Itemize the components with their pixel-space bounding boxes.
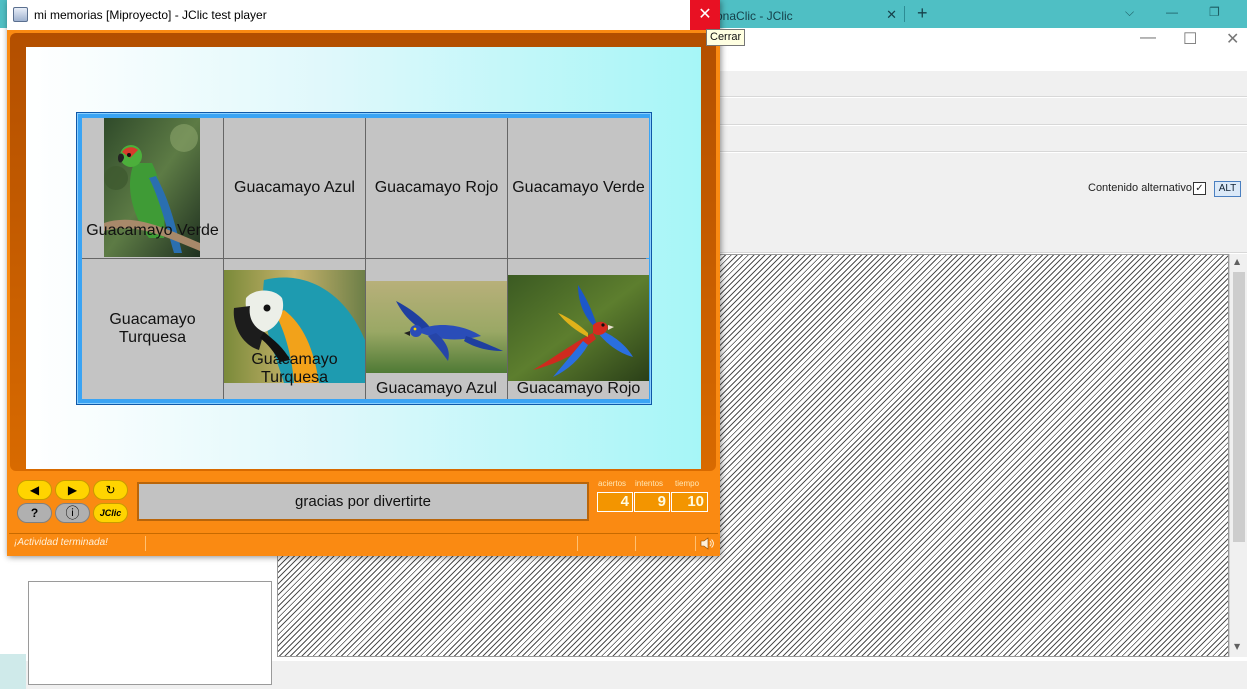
scroll-down-icon[interactable]: ▼ (1234, 642, 1240, 651)
time-counter: 10 (671, 492, 708, 512)
help-button[interactable]: ? (17, 503, 52, 523)
memory-card[interactable]: Guacamayo Azul (366, 259, 507, 399)
status-separator (145, 536, 146, 551)
blue-macaw-image (366, 281, 507, 373)
player-title: mi memorias [Miproyecto] - JClic test pl… (34, 8, 267, 22)
info-icon: ⓘ (65, 505, 80, 521)
player-titlebar: mi memorias [Miproyecto] - JClic test pl… (7, 0, 720, 30)
close-icon: ✕ (698, 6, 712, 23)
hits-counter: 4 (597, 492, 633, 512)
scroll-up-icon[interactable]: ▲ (1234, 257, 1240, 266)
memory-board: Guacamayo Verde Guacamayo Azul Guacamayo… (76, 112, 652, 405)
memory-card[interactable]: Guacamayo Verde (82, 118, 223, 258)
alt-content-checkbox[interactable]: ✓ (1193, 182, 1206, 195)
options-band (712, 153, 1247, 253)
tab-close-icon[interactable]: ✕ (886, 7, 897, 23)
card-caption: Guacamayo Verde (86, 222, 219, 239)
card-caption: Guacamayo Azul (376, 380, 497, 397)
window-close-icon[interactable]: ✕ (1226, 29, 1239, 49)
reset-button[interactable]: ↻ (93, 480, 128, 500)
card-text: Guacamayo Verde (512, 179, 645, 196)
previous-arrow-icon: ◀ (29, 483, 40, 497)
scrollbar-thumb[interactable] (1233, 272, 1245, 542)
next-arrow-icon: ▶ (67, 483, 78, 497)
tabs-band (712, 126, 1247, 152)
tab-separator (904, 6, 905, 22)
sound-icon[interactable] (699, 536, 715, 551)
next-button[interactable]: ▶ (55, 480, 90, 500)
memory-grid: Guacamayo Verde Guacamayo Azul Guacamayo… (82, 118, 649, 399)
attempts-counter: 9 (634, 492, 670, 512)
close-button[interactable]: ✕ (690, 0, 720, 30)
new-tab-icon[interactable]: + (917, 3, 928, 24)
tab-jclic[interactable]: onaClic - JClic ✕ (712, 2, 905, 28)
card-text: Guacamayo Azul (234, 179, 355, 196)
memory-card[interactable]: Guacamayo Turquesa (82, 259, 223, 399)
tab-title: onaClic - JClic (716, 9, 793, 23)
info-button[interactable]: ⓘ (55, 503, 90, 523)
activity-stage: Guacamayo Verde Guacamayo Azul Guacamayo… (26, 47, 701, 469)
vertical-scrollbar[interactable]: ▲ ▼ (1229, 254, 1247, 657)
jclic-logo-icon: JClic (99, 508, 122, 518)
status-text: ¡Actividad terminada! (14, 537, 108, 548)
attempts-label: intentos (635, 479, 664, 488)
project-tree-panel[interactable] (28, 581, 272, 685)
status-separator (695, 536, 696, 551)
card-caption: Guacamayo Rojo (516, 380, 641, 397)
message-box: gracias por divertirte (137, 482, 589, 521)
window-maximize-icon[interactable]: ☐ (1183, 29, 1197, 49)
card-caption: Guacamayo Turquesa (251, 351, 338, 386)
time-label: tiempo (675, 479, 700, 488)
menu-band (712, 71, 1247, 97)
memory-card[interactable]: Guacamayo Verde (508, 118, 649, 258)
hits-label: aciertos (598, 479, 627, 488)
java-app-icon (13, 7, 28, 22)
reset-icon: ↻ (105, 483, 116, 497)
minimize-icon[interactable]: — (1166, 5, 1178, 19)
status-separator (577, 536, 578, 551)
tab-list-chevron-icon[interactable]: ⌵ (1125, 5, 1134, 20)
memory-card[interactable]: Guacamayo Rojo (508, 259, 649, 399)
alt-content-label: Contenido alternativo: (1088, 182, 1196, 194)
left-edge (0, 654, 26, 689)
message-text: gracias por divertirte (295, 493, 431, 510)
status-bar: ¡Actividad terminada! (9, 533, 718, 552)
memory-card[interactable]: Guacamayo Azul (224, 118, 365, 258)
window-minimize-icon[interactable]: — (1140, 29, 1156, 47)
card-text: Guacamayo Rojo (374, 179, 499, 196)
card-text: Guacamayo Turquesa (109, 311, 196, 346)
restore-icon[interactable]: ❐ (1209, 5, 1220, 19)
toolbar-band (712, 98, 1247, 125)
previous-button[interactable]: ◀ (17, 480, 52, 500)
red-macaw-image (508, 275, 649, 381)
memory-card[interactable]: Guacamayo Rojo (366, 118, 507, 258)
status-separator (635, 536, 636, 551)
close-tooltip: Cerrar (706, 29, 746, 46)
about-jclic-button[interactable]: JClic (93, 503, 128, 523)
alt-button[interactable]: ALT (1214, 181, 1241, 197)
help-icon: ? (30, 506, 39, 520)
jclic-player-window: mi memorias [Miproyecto] - JClic test pl… (7, 0, 720, 556)
memory-card[interactable]: Guacamayo Turquesa (224, 259, 365, 399)
